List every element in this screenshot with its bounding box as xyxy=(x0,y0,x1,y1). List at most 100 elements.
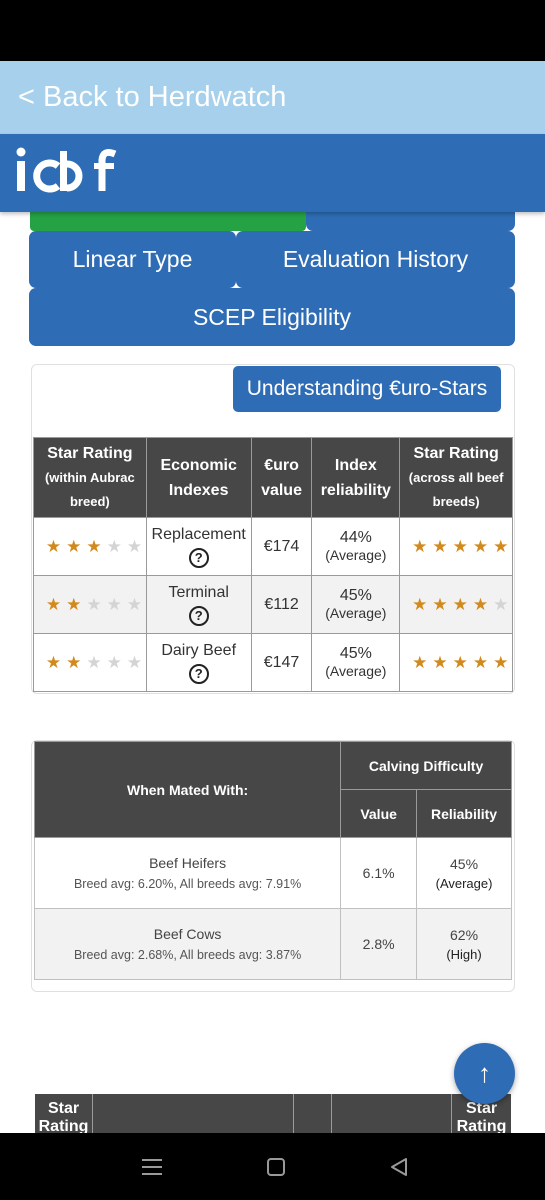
tab-linear-type-label: Linear Type xyxy=(72,246,193,272)
arrow-up-icon: ↑ xyxy=(478,1058,491,1088)
header-cell xyxy=(332,1094,452,1134)
reliability-value: 45% xyxy=(339,586,372,604)
calving-difficulty-table: When Mated With: Calving Difficulty Valu… xyxy=(33,741,512,980)
star-rating-breed: ★★★★★ xyxy=(45,594,142,615)
tab-linear-type[interactable]: Linear Type xyxy=(29,231,236,288)
back-label: < Back to Herdwatch xyxy=(18,81,287,113)
star-rating-all: ★★★★★ xyxy=(412,594,508,615)
reliability-value: 44% xyxy=(339,528,372,546)
tab-evaluation-history[interactable]: Evaluation History xyxy=(236,231,515,288)
square-icon[interactable] xyxy=(266,1157,286,1177)
mated-with-label: Beef Heifers xyxy=(149,855,227,871)
star-filled-icon: ★ xyxy=(452,536,473,556)
help-icon[interactable]: ? xyxy=(188,547,209,568)
euro-value: €174 xyxy=(263,537,300,555)
star-filled-icon: ★ xyxy=(45,536,67,556)
star-empty-icon: ★ xyxy=(86,594,107,614)
understanding-euro-stars-button[interactable]: Understanding €uro-Stars xyxy=(233,366,501,412)
header-index-reliability: Index reliability xyxy=(311,437,401,518)
star-filled-icon: ★ xyxy=(66,594,87,614)
reliability-label: (Average) xyxy=(435,875,493,891)
help-icon[interactable]: ? xyxy=(188,605,209,626)
star-filled-icon: ★ xyxy=(472,536,494,556)
android-nav-bar xyxy=(0,1133,545,1200)
header-star-rating-all: Star Rating (across all beef breeds) xyxy=(399,437,513,518)
header-economic-indexes: Economic Indexes xyxy=(145,437,252,518)
header-star-rating-breed: Star Rating (within Aubrac breed) xyxy=(33,437,147,518)
header-cell xyxy=(93,1094,294,1134)
star-empty-icon: ★ xyxy=(493,594,514,614)
calving-reliability: 45% xyxy=(450,855,479,872)
header-calving-difficulty: Calving Difficulty xyxy=(340,741,512,790)
index-name: Terminal xyxy=(168,583,229,601)
tab-scep-eligibility[interactable]: SCEP Eligibility xyxy=(29,288,515,346)
star-empty-icon: ★ xyxy=(126,536,148,556)
star-filled-icon: ★ xyxy=(45,652,67,672)
star-filled-icon: ★ xyxy=(412,652,433,672)
star-filled-icon: ★ xyxy=(86,536,107,556)
star-filled-icon: ★ xyxy=(472,652,494,672)
star-empty-icon: ★ xyxy=(126,594,148,614)
index-name: Replacement xyxy=(151,525,246,543)
star-rating-breed: ★★★★★ xyxy=(45,536,142,557)
star-filled-icon: ★ xyxy=(452,652,473,672)
header-cell xyxy=(294,1094,332,1134)
table-row: ★★★★★ Terminal? €112 45% (Average) ★★★★★ xyxy=(33,575,513,634)
euro-value: €112 xyxy=(264,595,299,613)
breed-avg-note: Breed avg: 2.68%, All breeds avg: 3.87% xyxy=(73,948,302,962)
next-table-header: Star Rating Star Rating xyxy=(35,1094,511,1134)
reliability-value: 45% xyxy=(339,644,372,662)
reliability-label: (High) xyxy=(446,946,482,962)
star-filled-icon: ★ xyxy=(45,594,67,614)
calving-reliability: 62% xyxy=(450,926,479,943)
star-filled-icon: ★ xyxy=(66,652,87,672)
star-rating-all: ★★★★★ xyxy=(412,652,508,673)
help-icon[interactable]: ? xyxy=(188,663,209,684)
header-value: Value xyxy=(340,789,418,838)
reliability-label: (Average) xyxy=(325,604,387,621)
table-row: ★★★★★ Replacement? €174 44% (Average) ★★★… xyxy=(33,517,513,576)
star-empty-icon: ★ xyxy=(106,536,127,556)
star-empty-icon: ★ xyxy=(106,652,127,672)
star-filled-icon: ★ xyxy=(432,536,453,556)
star-rating-all: ★★★★★ xyxy=(412,536,508,557)
header-reliability: Reliability xyxy=(416,789,512,838)
index-name: Dairy Beef xyxy=(161,641,237,659)
table-header-row: Star Rating (within Aubrac breed) Econom… xyxy=(33,437,513,518)
star-rating-breed: ★★★★★ xyxy=(45,652,142,673)
reliability-label: (Average) xyxy=(325,662,387,679)
header-euro-value: €uro value xyxy=(250,437,313,518)
star-filled-icon: ★ xyxy=(452,594,473,614)
euro-stars-table: Star Rating (within Aubrac breed) Econom… xyxy=(33,437,513,692)
mated-with-label: Beef Cows xyxy=(153,926,222,942)
star-filled-icon: ★ xyxy=(412,536,433,556)
star-filled-icon: ★ xyxy=(472,594,494,614)
understanding-euro-stars-label: Understanding €uro-Stars xyxy=(246,377,488,400)
tab-scep-eligibility-label: SCEP Eligibility xyxy=(192,303,352,330)
star-empty-icon: ★ xyxy=(106,594,127,614)
status-bar xyxy=(0,0,545,61)
triangle-back-icon[interactable] xyxy=(389,1157,409,1177)
calving-value: 6.1% xyxy=(362,865,395,881)
table-row: ★★★★★ Dairy Beef? €147 45% (Average) ★★★★… xyxy=(33,633,513,692)
star-filled-icon: ★ xyxy=(493,652,514,672)
table-row: Beef Heifers Breed avg: 6.20%, All breeds… xyxy=(33,837,512,909)
header-star-rating: Star Rating xyxy=(35,1094,93,1134)
star-filled-icon: ★ xyxy=(432,594,453,614)
back-to-herdwatch-link[interactable]: < Back to Herdwatch xyxy=(0,61,545,134)
scroll-to-top-button[interactable]: ↑ xyxy=(454,1043,515,1104)
star-filled-icon: ★ xyxy=(432,652,453,672)
star-filled-icon: ★ xyxy=(412,594,433,614)
tab-evaluation-history-label: Evaluation History xyxy=(282,246,469,272)
star-empty-icon: ★ xyxy=(86,652,107,672)
calving-value: 2.8% xyxy=(362,936,395,952)
star-filled-icon: ★ xyxy=(493,536,514,556)
menu-lines-icon[interactable] xyxy=(142,1158,162,1176)
star-filled-icon: ★ xyxy=(66,536,87,556)
star-empty-icon: ★ xyxy=(126,652,148,672)
icbf-logo xyxy=(16,147,117,193)
breed-avg-note: Breed avg: 6.20%, All breeds avg: 7.91% xyxy=(73,877,302,891)
table-row: Beef Cows Breed avg: 2.68%, All breeds av… xyxy=(33,908,512,980)
header-when-mated-with: When Mated With: xyxy=(33,741,342,838)
reliability-label: (Average) xyxy=(325,546,387,563)
